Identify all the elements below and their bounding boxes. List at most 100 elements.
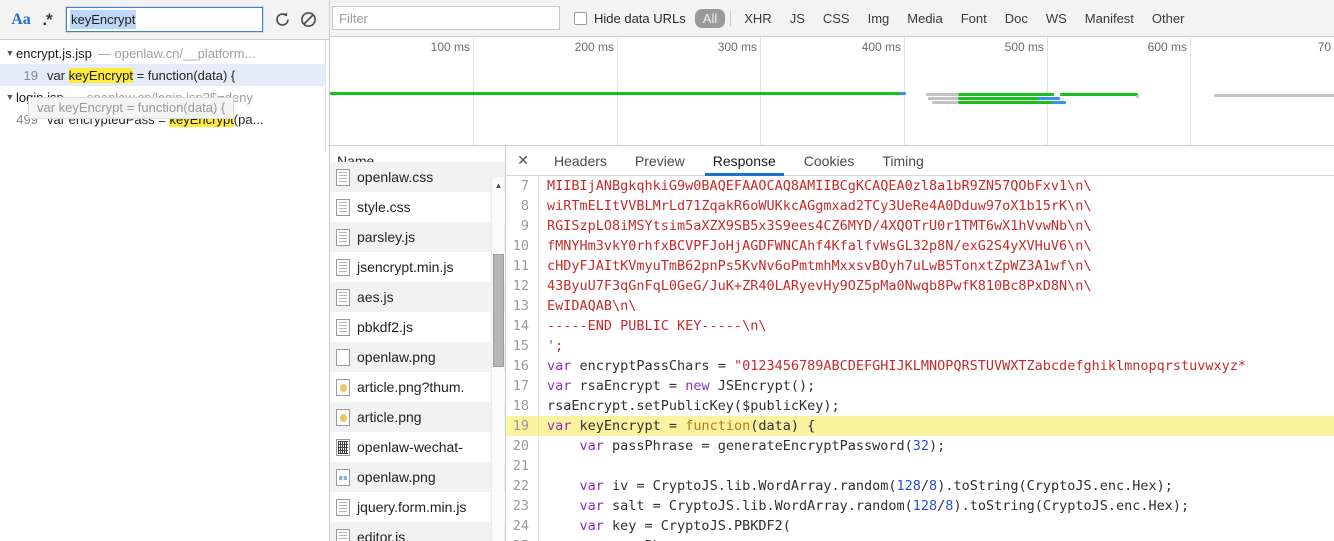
type-filter-ws[interactable]: WS <box>1038 9 1075 28</box>
devtools-window: Aa .* keyEncrypt ▼encrypt.js.jsp— openla… <box>0 0 1334 541</box>
code-token: rsaEncrypt = <box>579 378 686 394</box>
response-body-viewer[interactable]: 7 MIIBIjANBgkqhkiG9w0BAQEFAAOCAQ8AMIIBCgK… <box>506 176 1334 541</box>
match-case-aa-icon[interactable]: Aa <box>8 7 34 33</box>
code-line-number: 20 <box>506 436 539 456</box>
code-token: passPhrase = generateEncryptPassword( <box>612 438 913 454</box>
request-list-item[interactable]: article.png?thum. <box>330 372 505 402</box>
code-line-content: cHDyFJAItKVmyuTmB62pnPs5KvNv6oPmtmhMxxsv… <box>539 256 1092 276</box>
search-toolbar: Aa .* keyEncrypt <box>0 0 329 40</box>
code-line-number: 18 <box>506 396 539 416</box>
code-token: 32 <box>912 438 930 454</box>
request-list-item[interactable]: openlaw.png <box>330 342 505 372</box>
request-list-item[interactable]: openlaw-wechat- <box>330 432 505 462</box>
image-icon <box>336 408 350 426</box>
code-line-content: passPhrase, <box>539 536 701 541</box>
code-line-number: 22 <box>506 476 539 496</box>
request-list-item[interactable]: openlaw.png <box>330 462 505 492</box>
code-token: var <box>579 498 613 514</box>
code-line: 12 43ByuU7F3qGnFqL0GeG/JuK+ZR40LARyevHy9O… <box>506 276 1334 296</box>
filter-input[interactable]: Filter <box>332 6 560 30</box>
request-list-item[interactable]: jquery.form.min.js <box>330 492 505 522</box>
tab-timing[interactable]: Timing <box>868 146 938 175</box>
code-token: var <box>547 418 580 434</box>
triangle-down-icon[interactable]: ▼ <box>4 48 16 58</box>
resource-type-filters: All XHR JS CSS Img Media Font Doc WS Manifest Othe… <box>694 8 1194 28</box>
code-line: 23 var salt = CryptoJS.lib.WordArray.ran… <box>506 496 1334 516</box>
triangle-down-icon[interactable]: ▼ <box>4 92 16 102</box>
code-token: fMNYHm3vkY0rhfxBCVPFJoHjAGDFWNCAhf4Kfalf… <box>547 238 1092 254</box>
code-line: 11 cHDyFJAItKVmyuTmB62pnPs5KvNv6oPmtmhMxx… <box>506 256 1334 276</box>
request-list-item[interactable]: jsencrypt.min.js <box>330 252 505 282</box>
request-list-item[interactable]: style.css <box>330 192 505 222</box>
tab-response[interactable]: Response <box>699 146 790 176</box>
code-token: JSEncrypt(); <box>717 378 816 394</box>
network-timeline-overview[interactable]: 100 ms 200 ms 300 ms 400 ms 500 ms 600 ms 70 <box>330 37 1334 146</box>
search-result-match[interactable]: 19 var keyEncrypt = function(data) { <box>0 64 329 86</box>
type-filter-js[interactable]: JS <box>782 9 813 28</box>
code-token: var <box>579 438 613 454</box>
request-list-item[interactable]: editor.js <box>330 522 505 541</box>
code-token: '; <box>547 338 564 354</box>
type-filter-font[interactable]: Font <box>953 9 995 28</box>
code-line: 8 wiRTmELItVVBLMrLd71ZqakR6oWUKkcAGgmxad2… <box>506 196 1334 216</box>
request-list-item[interactable]: parsley.js <box>330 222 505 252</box>
request-list-item[interactable]: openlaw.css <box>330 162 505 192</box>
document-icon <box>336 498 350 516</box>
code-line: 24 var key = CryptoJS.PBKDF2( <box>506 516 1334 536</box>
code-line-number: 17 <box>506 376 539 396</box>
refresh-icon[interactable] <box>269 7 295 33</box>
timeline-tick-label: 200 ms <box>574 40 614 54</box>
type-filter-css[interactable]: CSS <box>815 9 858 28</box>
code-token: MIIBIjANBgkqhkiG9w0BAQEFAAOCAQ8AMIIBCgKC… <box>547 178 1092 194</box>
type-filter-all[interactable]: All <box>694 8 726 28</box>
tab-preview[interactable]: Preview <box>621 146 699 175</box>
request-list-item[interactable]: article.png <box>330 402 505 432</box>
search-result-url: — openlaw.cn/__platform... <box>97 45 256 61</box>
scrollbar-thumb[interactable] <box>493 254 504 367</box>
request-name: editor.js <box>357 529 406 541</box>
type-filter-img[interactable]: Img <box>860 9 898 28</box>
tab-headers[interactable]: Headers <box>540 146 621 175</box>
request-list-scrollbar[interactable]: ▲ <box>491 177 504 541</box>
timeline-tick-label: 70 <box>1317 40 1331 54</box>
type-filter-manifest[interactable]: Manifest <box>1077 9 1142 28</box>
request-name: jsencrypt.min.js <box>357 259 454 275</box>
document-icon <box>336 528 350 541</box>
request-name: openlaw.css <box>357 169 434 185</box>
clear-prohibited-icon[interactable] <box>295 7 321 33</box>
timeline-tick-label: 600 ms <box>1147 40 1187 54</box>
regex-icon[interactable]: .* <box>34 7 60 33</box>
request-list-item[interactable]: aes.js <box>330 282 505 312</box>
search-result-group[interactable]: ▼ encrypt.js.jsp — openlaw.cn/__platform..… <box>0 42 329 64</box>
search-panel-scrollbar[interactable] <box>325 41 329 151</box>
request-name: openlaw.png <box>357 469 436 485</box>
search-result-filename: encrypt.js.jsp <box>16 45 92 61</box>
code-line: 10 fMNYHm3vkY0rhfxBCVPFJoHjAGDFWNCAhf4Kfa… <box>506 236 1334 256</box>
request-list-item[interactable]: pbkdf2.js <box>330 312 505 342</box>
type-filter-doc[interactable]: Doc <box>997 9 1036 28</box>
code-line-number: 7 <box>506 176 539 196</box>
code-token: ).toString(CryptoJS.enc.Hex); <box>953 498 1190 514</box>
network-panel: Filter Hide data URLs All XHR JS CSS Img Medi… <box>330 0 1334 541</box>
code-token: wiRTmELItVVBLMrLd71ZqakR6oWUKkcAGgmxad2T… <box>547 198 1092 214</box>
type-filter-xhr[interactable]: XHR <box>736 9 779 28</box>
type-filter-media[interactable]: Media <box>899 9 950 28</box>
search-snippet-text: = function(data) { <box>132 67 236 83</box>
code-token: / <box>920 478 930 494</box>
code-line-number: 16 <box>506 356 539 376</box>
close-icon[interactable]: ✕ <box>506 146 540 175</box>
search-input[interactable] <box>65 6 264 33</box>
request-name: article.png <box>357 409 422 425</box>
timeline-tick-label: 300 ms <box>717 40 757 54</box>
request-name: article.png?thum. <box>357 379 465 395</box>
type-filter-other[interactable]: Other <box>1144 9 1193 28</box>
code-line-number: 21 <box>506 456 539 476</box>
request-name: openlaw.png <box>357 349 436 365</box>
checkbox-icon[interactable] <box>574 11 587 25</box>
code-token: ); <box>929 438 946 454</box>
document-icon <box>336 168 350 186</box>
scroll-up-arrow-icon[interactable]: ▲ <box>492 179 505 192</box>
hide-data-urls-toggle[interactable]: Hide data URLs <box>574 11 686 26</box>
tab-cookies[interactable]: Cookies <box>790 146 869 175</box>
